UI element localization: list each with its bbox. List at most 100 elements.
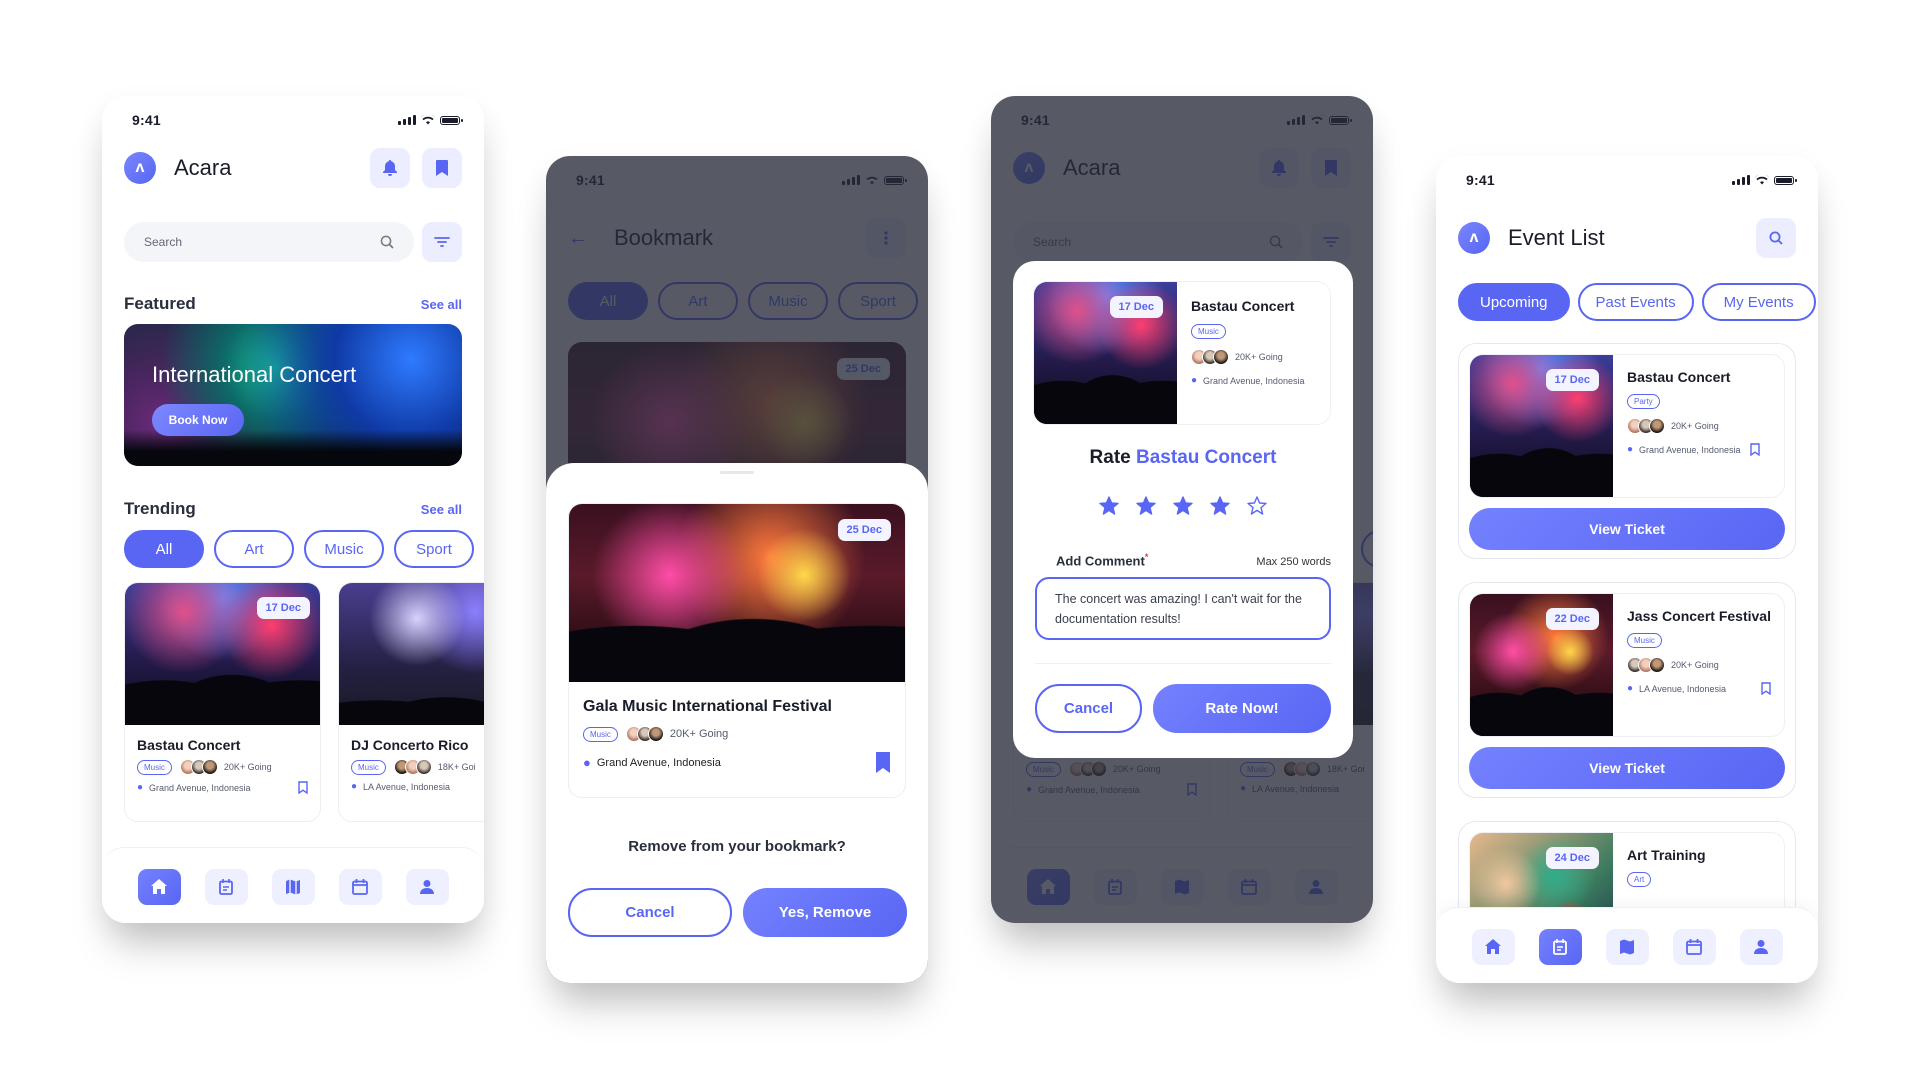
trending-card[interactable]: 1 DJ Concerto Rico Music 18K+ Goi ● LA Ave… [338, 582, 484, 822]
event-title: Bastau Concert [137, 737, 241, 753]
event-image: 17 Dec [1470, 355, 1613, 497]
view-ticket-button[interactable]: View Ticket [1469, 747, 1785, 789]
bottom-nav [1436, 907, 1818, 983]
cancel-button[interactable]: Cancel [568, 888, 732, 937]
chip-all[interactable]: All [124, 530, 204, 568]
event-list-item[interactable]: 22 Dec Jass Concert Festival Music 20K+ … [1458, 582, 1796, 798]
attendee-avatars [393, 759, 432, 775]
map-icon [286, 879, 300, 894]
filter-icon [434, 237, 450, 247]
sheet-handle[interactable] [720, 471, 754, 474]
event-list-icon [219, 878, 233, 895]
location-pin-icon: ● [1627, 444, 1634, 455]
book-now-button[interactable]: Book Now [152, 404, 244, 436]
attendee-avatars [1627, 418, 1665, 434]
star-filled-icon[interactable] [1099, 496, 1119, 516]
event-list-header: ᴧ Event List [1458, 218, 1796, 258]
event-image: 22 Dec [1470, 594, 1613, 736]
trending-see-all-link[interactable]: See all [421, 502, 462, 517]
going-count: 20K+ Going [1671, 421, 1719, 431]
home-screen: 9:41 ᴧ Acara Search Featured See all Int… [102, 96, 484, 923]
event-title: DJ Concerto Rico [351, 737, 469, 753]
chip-music[interactable]: Music [304, 530, 384, 568]
page-title: Event List [1508, 225, 1605, 250]
star-rating[interactable] [1013, 496, 1353, 516]
chip-sport[interactable]: Sport [394, 530, 474, 568]
event-location: LA Avenue, Indonesia [363, 781, 450, 792]
yes-remove-button[interactable]: Yes, Remove [743, 888, 907, 937]
event-date: 17 Dec [1545, 369, 1599, 391]
banner-title: International Concert [152, 362, 357, 387]
cancel-button[interactable]: Cancel [1035, 684, 1142, 733]
event-date: 24 Dec [1545, 847, 1599, 869]
nav-profile[interactable] [1739, 928, 1783, 965]
bell-icon [383, 160, 397, 176]
location-pin-icon: ● [1191, 375, 1198, 386]
search-button[interactable] [1756, 218, 1796, 258]
event-title: Art Training [1627, 847, 1706, 863]
location-pin-icon: ● [137, 782, 144, 793]
nav-profile[interactable] [405, 868, 449, 905]
bookmarks-button[interactable] [422, 148, 462, 188]
nav-calendar[interactable] [1672, 928, 1716, 965]
event-tag: Music [137, 759, 172, 775]
event-image: 1 [339, 583, 484, 725]
nav-events[interactable] [1538, 928, 1582, 965]
chip-art[interactable]: Art [214, 530, 294, 568]
event-title: Jass Concert Festival [1627, 608, 1771, 624]
event-tag: Music [351, 759, 386, 775]
nav-map[interactable] [271, 868, 315, 905]
going-count: 18K+ Goi [437, 762, 476, 772]
nav-events[interactable] [204, 868, 248, 905]
location-pin-icon: ● [583, 755, 591, 770]
view-ticket-button[interactable]: View Ticket [1469, 508, 1785, 550]
tab-past-events[interactable]: Past Events [1577, 283, 1694, 321]
trending-heading: Trending [124, 499, 196, 518]
featured-see-all-link[interactable]: See all [421, 297, 462, 312]
star-filled-icon[interactable] [1173, 496, 1193, 516]
event-date: 17 Dec [1109, 296, 1163, 318]
location-pin-icon: ● [1627, 683, 1634, 694]
event-title: Bastau Concert [1191, 298, 1295, 314]
search-input[interactable]: Search [124, 222, 414, 262]
nav-home[interactable] [137, 868, 181, 905]
tab-my-events[interactable]: My Events [1701, 283, 1816, 321]
star-empty-icon[interactable] [1247, 496, 1267, 516]
trending-section-header: Trending See all [124, 499, 462, 519]
signal-icon [398, 115, 416, 125]
rate-now-button[interactable]: Rate Now! [1153, 684, 1331, 733]
star-filled-icon[interactable] [1136, 496, 1156, 516]
event-list-item[interactable]: 17 Dec Bastau Concert Party 20K+ Going ●… [1458, 343, 1796, 559]
bookmark-toggle-active[interactable] [875, 752, 891, 773]
event-tag: Art [1627, 872, 1652, 887]
search-icon [380, 235, 394, 249]
going-count: 20K+ Going [223, 762, 272, 772]
app-title: Acara [174, 155, 232, 180]
status-time: 9:41 [132, 112, 161, 128]
bookmark-toggle[interactable] [298, 781, 308, 794]
bookmark-toggle[interactable] [1761, 682, 1771, 695]
category-chips: All Art Music Sport [124, 530, 484, 568]
event-location: Grand Avenue, Indonesia [1639, 444, 1741, 455]
bookmarked-event-card[interactable]: 25 Dec Gala Music International Festival… [568, 503, 906, 798]
filter-button[interactable] [422, 222, 462, 262]
rate-event-screen: 9:41 ᴧ Acara Search Music20K+ Going ●Gra… [991, 96, 1373, 923]
trending-card[interactable]: 17 Dec Bastau Concert Music 20K+ Going ● G… [124, 582, 321, 822]
notifications-button[interactable] [370, 148, 410, 188]
going-count: 20K+ Going [1671, 660, 1719, 670]
event-image: 17 Dec [125, 583, 320, 725]
divider [1035, 663, 1331, 664]
nav-calendar[interactable] [338, 868, 382, 905]
comment-textarea[interactable]: The concert was amazing! I can't wait fo… [1035, 577, 1331, 640]
rate-modal: 17 Dec Bastau Concert Music 20K+ Going ●… [1013, 261, 1353, 758]
status-time: 9:41 [1466, 172, 1495, 188]
star-filled-icon[interactable] [1210, 496, 1230, 516]
tab-upcoming[interactable]: Upcoming [1458, 283, 1570, 321]
nav-map[interactable] [1605, 928, 1649, 965]
bookmark-outline-icon [298, 781, 308, 794]
app-header: ᴧ Acara [124, 148, 462, 188]
featured-banner[interactable]: International Concert Book Now [124, 324, 462, 466]
bookmark-toggle[interactable] [1750, 443, 1761, 456]
event-location: Grand Avenue, Indonesia [1203, 375, 1305, 386]
nav-home[interactable] [1471, 928, 1515, 965]
